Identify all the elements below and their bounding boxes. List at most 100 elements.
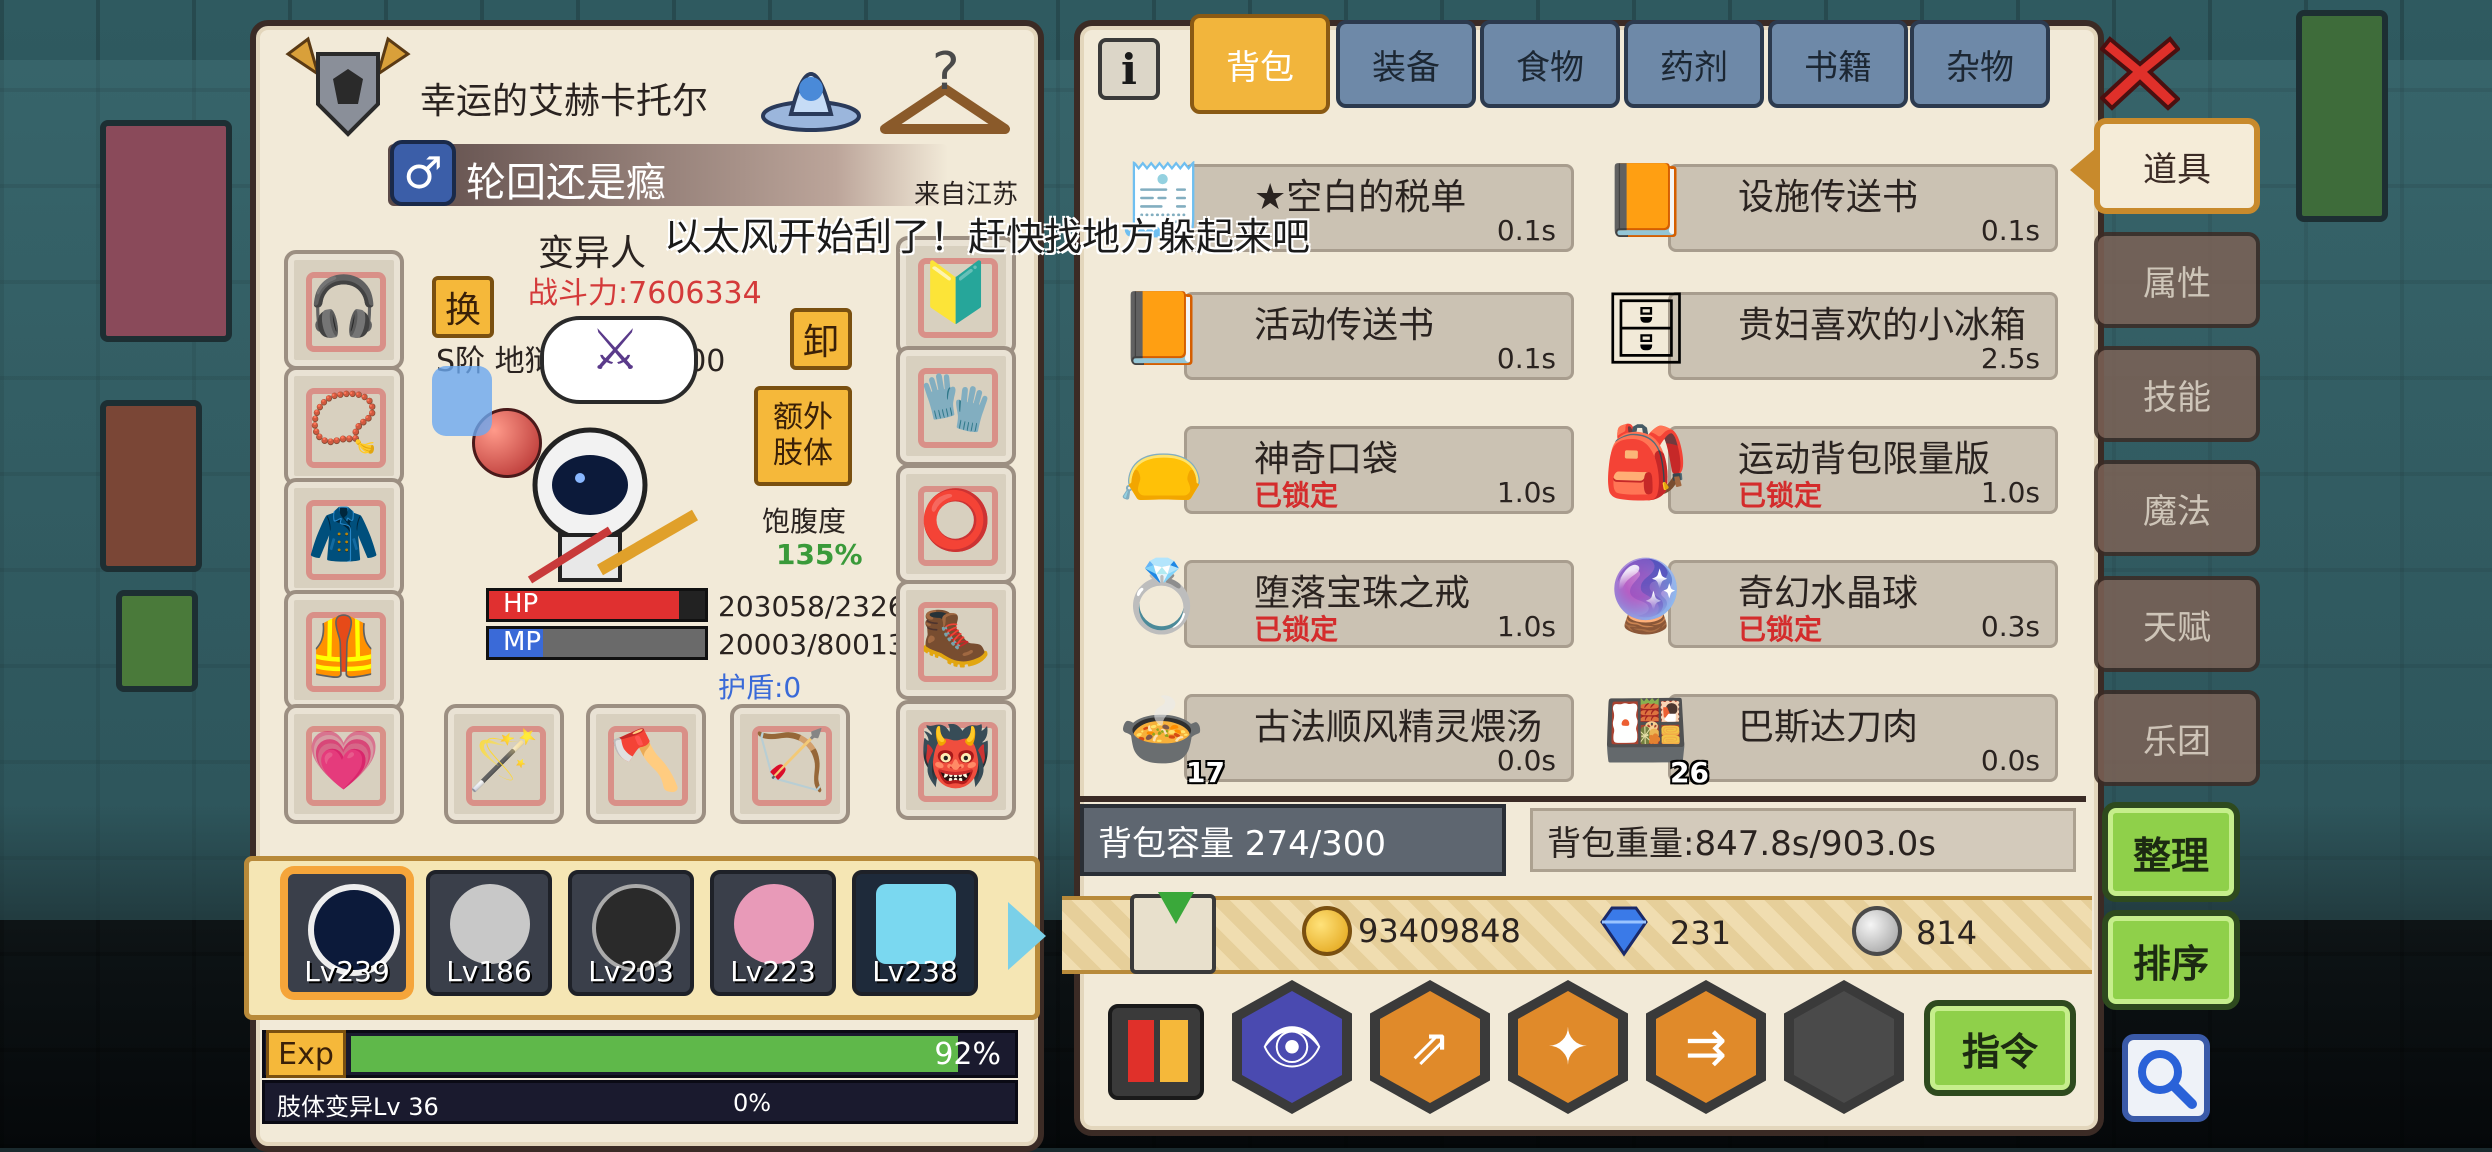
side-tab-skills[interactable]: 技能: [2094, 346, 2260, 442]
mp-bar: MP: [486, 626, 708, 660]
hero-slot-5[interactable]: Lv238: [852, 870, 978, 996]
armor-icon: 🦺: [307, 611, 381, 680]
item-weight: 0.0s: [1980, 744, 2040, 777]
hero-level: Lv238: [872, 955, 958, 988]
equip-slot-boots[interactable]: 🥾: [896, 580, 1016, 700]
equip-slot-neck[interactable]: 📿: [284, 366, 404, 486]
limb-bar: 肢体变异Lv 36 0%: [262, 1080, 1018, 1124]
portal-icon[interactable]: [756, 34, 866, 134]
hero-level: Lv186: [446, 955, 532, 988]
hero-slot-4[interactable]: Lv223: [710, 870, 836, 996]
equip-slot-armor[interactable]: 🦺: [284, 590, 404, 710]
sort-button[interactable]: 排序: [2102, 910, 2240, 1010]
item-locked: 已锁定: [1254, 613, 1339, 646]
close-icon[interactable]: [2099, 24, 2181, 114]
item-name: 设施传送书: [1738, 177, 1919, 218]
hero-portrait: [450, 884, 530, 964]
demon-mask-icon: 👹: [919, 721, 993, 790]
equip-slot-accessory[interactable]: 👹: [896, 700, 1016, 820]
swap-button[interactable]: 换: [432, 276, 494, 338]
axe-icon: 🪓: [609, 725, 683, 794]
item-name: 巴斯达刀肉: [1738, 707, 1919, 748]
inventory-item[interactable]: 👝 神奇口袋 已锁定 1.0s: [1104, 404, 1574, 520]
equip-slot-weapon-1[interactable]: 🪄: [444, 704, 564, 824]
tab-books[interactable]: 书籍: [1768, 20, 1908, 108]
inventory-item[interactable]: 🍲 古法顺风精灵煨汤 0.0s 17: [1104, 672, 1574, 789]
inventory-item[interactable]: 📙 设施传送书 0.1s: [1588, 142, 2058, 258]
item-weight: 0.3s: [1980, 610, 2040, 643]
extra-limb-button[interactable]: 额外 肢体: [754, 386, 852, 486]
hero-slot-3[interactable]: Lv203: [568, 870, 694, 996]
inventory-item[interactable]: 💍 堕落宝珠之戒 已锁定 1.0s: [1104, 538, 1574, 654]
equip-slot-head[interactable]: 🎧: [284, 250, 404, 370]
necklace-icon: 📿: [307, 387, 381, 456]
svg-text:?: ?: [932, 42, 960, 102]
gem-icon: [1596, 904, 1652, 958]
event-book-icon: 📙: [1118, 286, 1206, 369]
inventory-item[interactable]: 🍱 巴斯达刀肉 0.0s 26: [1588, 672, 2058, 789]
command-button[interactable]: 指令: [1924, 1000, 2076, 1096]
staff-icon: 🪄: [467, 725, 541, 794]
world-machine: [2296, 10, 2388, 222]
item-weight: 1.0s: [1496, 476, 1556, 509]
side-tab-items[interactable]: 道具: [2094, 118, 2260, 214]
equip-slot-cloak[interactable]: 🧥: [284, 478, 404, 598]
tab-potion[interactable]: 药剂: [1624, 20, 1764, 108]
hanger-help-icon[interactable]: ?: [870, 34, 1020, 144]
info-icon[interactable]: i: [1098, 38, 1160, 100]
hero-next-arrow-icon[interactable]: [1008, 902, 1046, 970]
world-furniture: [100, 120, 232, 342]
inventory-item[interactable]: 🎒 运动背包限量版 已锁定 1.0s: [1588, 404, 2058, 520]
equip-slot-ring[interactable]: 💗: [284, 704, 404, 824]
hero-slot-1[interactable]: Lv239: [284, 870, 410, 996]
side-tab-attributes[interactable]: 属性: [2094, 232, 2260, 328]
crossbow-icon: 🏹: [753, 725, 827, 794]
headphones-icon: 🎧: [307, 271, 381, 340]
side-tab-magic[interactable]: 魔法: [2094, 460, 2260, 556]
tab-equipment[interactable]: 装备: [1336, 20, 1476, 108]
equip-slot-weapon-3[interactable]: 🏹: [730, 704, 850, 824]
satiety-label: 饱腹度: [762, 505, 847, 538]
mp-label: MP: [503, 627, 542, 657]
side-tab-talent[interactable]: 天赋: [2094, 576, 2260, 672]
hp-value: 203058/2326: [718, 590, 906, 623]
exp-label: Exp: [266, 1030, 346, 1078]
hero-level: Lv203: [588, 955, 674, 988]
exp-percent: 92%: [934, 1037, 1001, 1072]
unequip-button[interactable]: 卸: [790, 308, 852, 370]
deposit-arrow-icon: [1158, 892, 1194, 924]
item-weight: 0.1s: [1496, 342, 1556, 375]
item-locked: 已锁定: [1738, 613, 1823, 646]
exp-bar-fill: [351, 1036, 959, 1072]
rank-crest-icon: [278, 34, 418, 144]
deposit-chest-icon[interactable]: [1130, 892, 1216, 974]
player-title: 轮回还是瘾: [466, 160, 666, 206]
item-name: 贵妇喜欢的小冰箱: [1738, 305, 2027, 346]
hero-level: Lv239: [304, 955, 390, 988]
search-icon[interactable]: [2122, 1034, 2210, 1122]
hero-slot-2[interactable]: Lv186: [426, 870, 552, 996]
player-name: 幸运的艾赫卡托尔: [420, 81, 709, 122]
tab-food[interactable]: 食物: [1480, 20, 1620, 108]
empty-skill-icon: [1794, 991, 1894, 1103]
organize-button[interactable]: 整理: [2102, 802, 2240, 902]
equip-slot-belt[interactable]: ⭕: [896, 464, 1016, 584]
gold-coin-icon: [1302, 906, 1352, 956]
inventory-item[interactable]: 🗄 贵妇喜欢的小冰箱 2.5s: [1588, 270, 2058, 386]
world-furniture: [100, 400, 202, 572]
tab-misc[interactable]: 杂物: [1910, 20, 2050, 108]
inventory-item[interactable]: 🔮 奇幻水晶球 已锁定 0.3s: [1588, 538, 2058, 654]
bag-capacity: 背包容量 274/300: [1080, 804, 1506, 876]
item-weight: 0.1s: [1496, 214, 1556, 247]
hero-portrait: [876, 884, 956, 964]
tab-bag[interactable]: 背包: [1190, 14, 1330, 114]
equip-slot-gloves[interactable]: 🧤: [896, 346, 1016, 466]
item-count: 26: [1670, 756, 1709, 789]
satiety-value: 135%: [776, 538, 863, 571]
quick-slot-selector-icon[interactable]: [1108, 1004, 1204, 1100]
inventory-item[interactable]: 📙 活动传送书 0.1s: [1104, 270, 1574, 386]
equip-slot-weapon-2[interactable]: 🪓: [586, 704, 706, 824]
side-tab-band[interactable]: 乐团: [2094, 690, 2260, 786]
heart-ring-icon: 💗: [307, 725, 381, 794]
hero-level: Lv223: [730, 955, 816, 988]
